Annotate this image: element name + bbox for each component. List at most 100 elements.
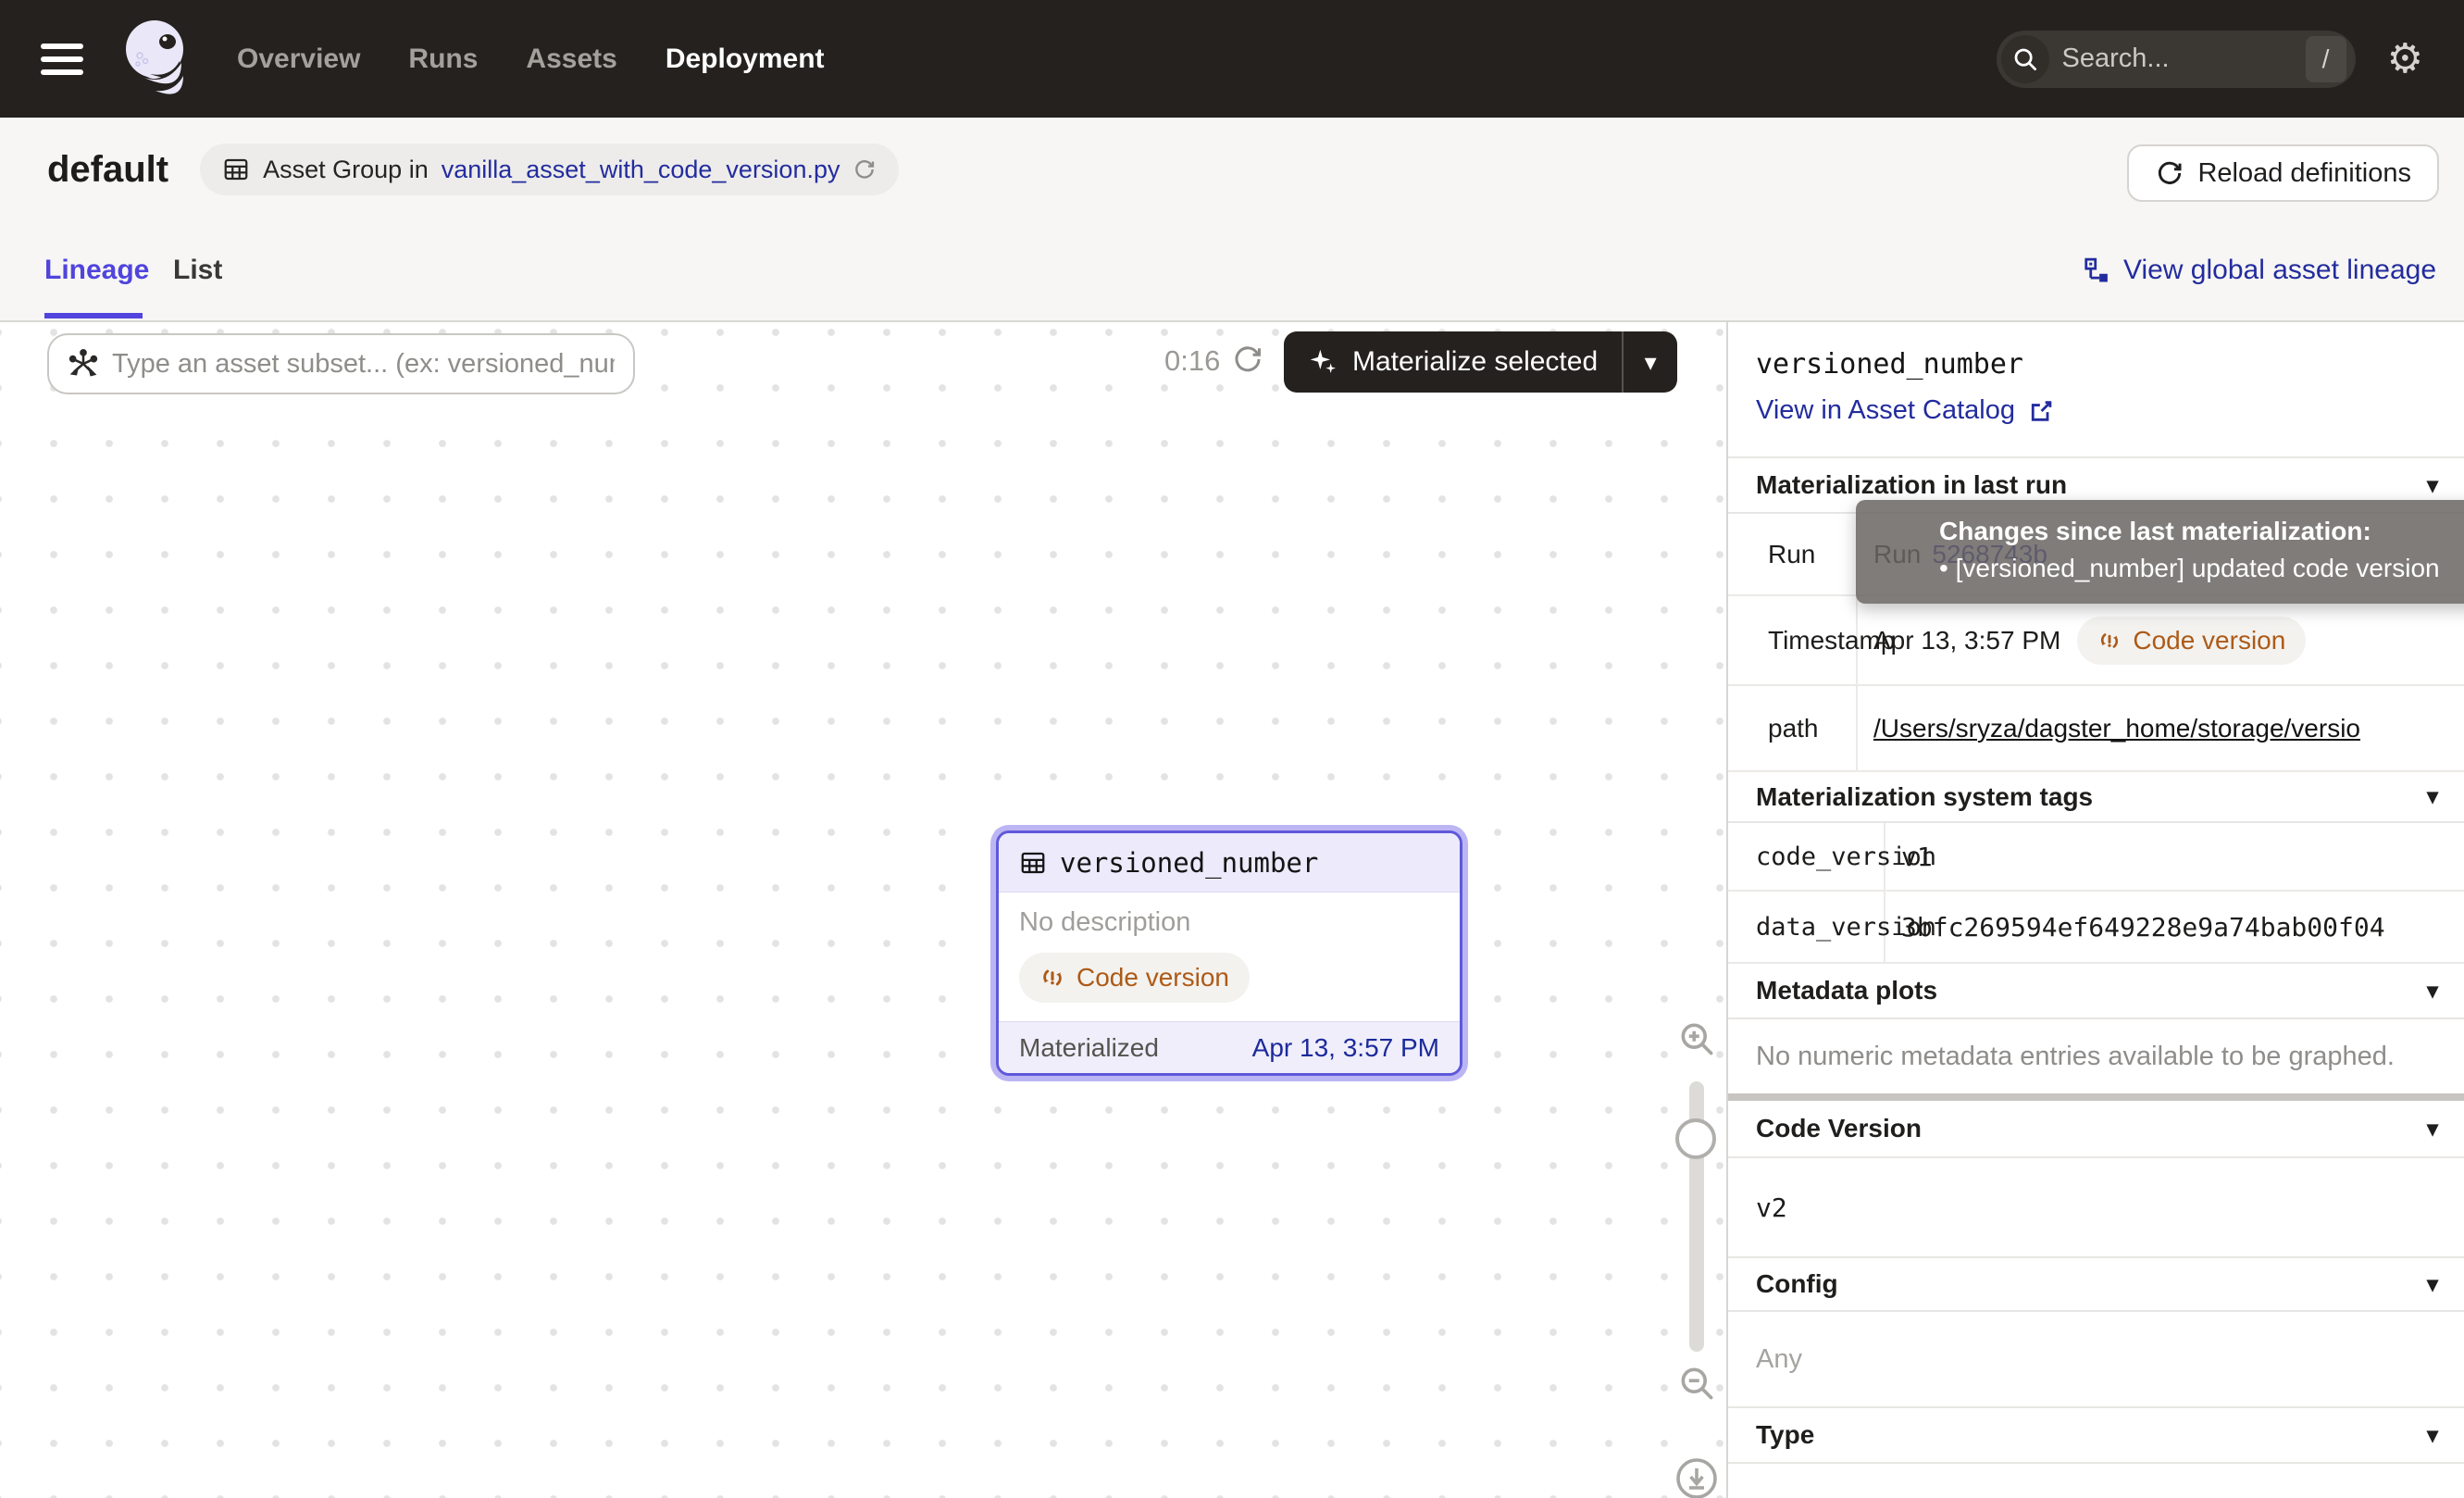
- code-version-badge: Code version: [2077, 617, 2306, 665]
- search-icon: [2001, 35, 2049, 83]
- collapse-caret-icon: ▾: [2427, 1116, 2438, 1142]
- tab-list[interactable]: List: [173, 255, 222, 286]
- collapse-caret-icon: ▾: [2427, 1422, 2438, 1449]
- collapse-caret-icon: ▾: [2427, 472, 2438, 499]
- code-version-badge-label: Code version: [2133, 626, 2285, 655]
- top-navbar: Overview Runs Assets Deployment / ⚙: [0, 0, 2464, 118]
- breadcrumb-prefix: Asset Group in: [263, 156, 429, 184]
- table-row: data_version 3bfc269594ef649228e9a74bab0…: [1728, 892, 2464, 964]
- collapse-caret-icon: ▾: [2427, 978, 2438, 1005]
- path-label: path: [1728, 686, 1858, 770]
- section-title: Type: [1756, 1420, 1814, 1450]
- code-version-value: v2: [1728, 1158, 2464, 1256]
- reload-icon: [2155, 158, 2184, 188]
- section-metadata-plots[interactable]: Metadata plots ▾: [1728, 964, 2464, 1019]
- asset-node-body: No description Code version: [999, 893, 1460, 1021]
- asset-node-footer: Materialized Apr 13, 3:57 PM: [999, 1021, 1460, 1073]
- zoom-slider[interactable]: [1689, 1081, 1704, 1352]
- materialize-label: Materialize selected: [1352, 346, 1598, 378]
- materialize-dropdown-caret[interactable]: ▾: [1624, 331, 1677, 393]
- nav-item-overview[interactable]: Overview: [237, 44, 360, 75]
- lineage-graph-icon: [2083, 256, 2110, 284]
- code-version-sync-icon: [1039, 965, 1065, 991]
- breadcrumb: Asset Group in vanilla_asset_with_code_v…: [200, 144, 899, 195]
- panel-thick-divider: [1728, 1093, 2464, 1101]
- canvas-refresh-icon[interactable]: [1231, 343, 1264, 376]
- search-shortcut-key: /: [2306, 36, 2346, 82]
- tooltip-title: Changes since last materialization:: [1939, 517, 2463, 546]
- materialize-main[interactable]: Materialize selected: [1284, 331, 1622, 393]
- materialized-time[interactable]: Apr 13, 3:57 PM: [1252, 1033, 1439, 1063]
- asset-detail-panel: versioned_number View in Asset Catalog M…: [1726, 322, 2464, 1498]
- download-view-icon[interactable]: [1674, 1456, 1719, 1498]
- table-row: Timestamp Apr 13, 3:57 PM: [1728, 596, 2464, 686]
- search-bar[interactable]: /: [1997, 31, 2356, 88]
- zoom-controls: [1670, 1018, 1724, 1498]
- asset-subset-input[interactable]: [112, 349, 615, 380]
- asset-group-grid-icon: [222, 156, 250, 183]
- section-title: Materialization in last run: [1756, 470, 2067, 500]
- tag-key: code_version: [1728, 823, 1885, 890]
- collapse-caret-icon: ▾: [2427, 1271, 2438, 1298]
- view-global-asset-lineage-link[interactable]: View global asset lineage: [2083, 255, 2436, 286]
- external-link-icon: [2028, 398, 2054, 424]
- hamburger-menu-icon[interactable]: [41, 44, 83, 75]
- page-header: default Asset Group in vanilla_asset_wit…: [47, 144, 899, 195]
- collapse-caret-icon: ▾: [2427, 783, 2438, 810]
- search-input[interactable]: [2062, 44, 2306, 74]
- asset-node-versioned-number[interactable]: versioned_number No description: [996, 830, 1462, 1076]
- panel-asset-name: versioned_number: [1756, 348, 2464, 381]
- reload-definitions-button[interactable]: Reload definitions: [2127, 144, 2439, 202]
- section-materialization-system-tags[interactable]: Materialization system tags ▾: [1728, 772, 2464, 823]
- app-root: Overview Runs Assets Deployment / ⚙ defa…: [0, 0, 2464, 1498]
- zoom-in-icon[interactable]: [1676, 1018, 1717, 1059]
- tag-key: data_version: [1728, 892, 1885, 962]
- gear-icon[interactable]: ⚙: [2387, 39, 2423, 80]
- config-value: Any: [1728, 1312, 2464, 1406]
- section-title: Config: [1756, 1269, 1838, 1299]
- metadata-plots-empty-message: No numeric metadata entries available to…: [1728, 1019, 2464, 1093]
- section-type[interactable]: Type ▾: [1728, 1406, 2464, 1464]
- asset-subset-icon: [68, 348, 99, 380]
- nav-item-deployment[interactable]: Deployment: [666, 44, 825, 75]
- view-in-asset-catalog-label: View in Asset Catalog: [1756, 395, 2015, 426]
- view-global-asset-lineage-label: View global asset lineage: [2123, 255, 2436, 286]
- tooltip-item: [versioned_number] updated code version: [1939, 554, 2463, 583]
- timestamp-text: Apr 13, 3:57 PM: [1873, 626, 2060, 655]
- main-content: 0:16 Materialize selected ▾ versioned_nu…: [0, 322, 2464, 1498]
- section-config[interactable]: Config ▾: [1728, 1256, 2464, 1312]
- lineage-canvas[interactable]: 0:16 Materialize selected ▾ versioned_nu…: [0, 322, 1726, 1498]
- nav-item-assets[interactable]: Assets: [526, 44, 616, 75]
- zoom-out-icon[interactable]: [1676, 1363, 1717, 1404]
- view-in-asset-catalog-link[interactable]: View in Asset Catalog: [1756, 395, 2054, 426]
- tab-lineage[interactable]: Lineage: [44, 255, 149, 286]
- code-version-sync-icon: [2097, 629, 2122, 653]
- refresh-icon[interactable]: [852, 157, 877, 181]
- nav-item-runs[interactable]: Runs: [408, 44, 478, 75]
- section-title: Metadata plots: [1756, 976, 1937, 1005]
- timestamp-value: Apr 13, 3:57 PM Code: [1858, 596, 2464, 684]
- code-version-badge-label: Code version: [1076, 963, 1229, 992]
- table-row: code_version v1: [1728, 823, 2464, 892]
- materialize-selected-button[interactable]: Materialize selected ▾: [1284, 331, 1677, 393]
- reload-definitions-label: Reload definitions: [2197, 158, 2411, 189]
- run-label: Run: [1728, 514, 1858, 594]
- section-code-version[interactable]: Code Version ▾: [1728, 1101, 2464, 1158]
- table-icon: [1019, 849, 1047, 877]
- path-link[interactable]: /Users/sryza/dagster_home/storage/versio: [1873, 714, 2360, 743]
- section-title: Materialization system tags: [1756, 782, 2093, 812]
- zoom-slider-handle[interactable]: [1675, 1118, 1716, 1159]
- table-row: path /Users/sryza/dagster_home/storage/v…: [1728, 686, 2464, 772]
- section-title: Code Version: [1756, 1114, 1922, 1143]
- refresh-timer: 0:16: [1164, 344, 1220, 378]
- nav-links: Overview Runs Assets Deployment: [237, 44, 825, 75]
- code-version-badge: Code version: [1019, 953, 1250, 1003]
- page-body: default Asset Group in vanilla_asset_wit…: [0, 118, 2464, 1498]
- changes-tooltip: Changes since last materialization: [ver…: [1856, 500, 2464, 604]
- system-tags-table: code_version v1 data_version 3bfc269594e…: [1728, 823, 2464, 964]
- dagster-logo-icon[interactable]: [118, 17, 193, 102]
- tag-value: v1: [1885, 823, 2464, 890]
- asset-subset-filter[interactable]: [47, 333, 635, 394]
- breadcrumb-file-link[interactable]: vanilla_asset_with_code_version.py: [442, 156, 840, 184]
- tag-value: 3bfc269594ef649228e9a74bab00f04: [1885, 892, 2464, 962]
